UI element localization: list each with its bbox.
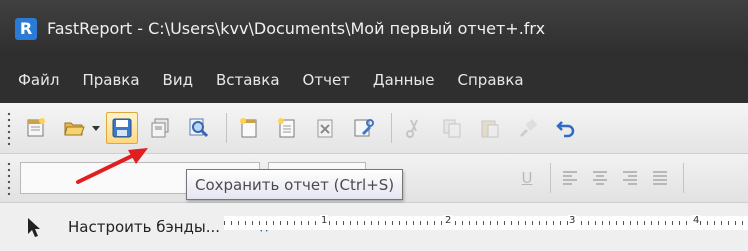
ruler-ticks	[224, 221, 748, 225]
toolbar-separator	[550, 163, 551, 193]
select-pointer-button[interactable]	[18, 211, 50, 243]
horizontal-ruler: 1 2 3 4	[224, 215, 748, 230]
red-arrow-annotation	[76, 148, 148, 184]
justify-icon	[653, 171, 667, 185]
align-left-icon	[563, 171, 577, 185]
new-report-icon	[27, 118, 45, 137]
new-dialog-button[interactable]	[271, 112, 303, 144]
undo-icon	[556, 121, 575, 138]
paste-button[interactable]	[474, 112, 506, 144]
preview-button[interactable]	[182, 112, 214, 144]
format-painter-button[interactable]	[512, 112, 544, 144]
fastreport-logo-icon: R	[15, 17, 37, 40]
menu-report[interactable]: Отчет	[303, 71, 350, 89]
copy-button[interactable]	[436, 112, 468, 144]
save-all-icon	[151, 118, 169, 138]
new-page-button[interactable]	[233, 112, 265, 144]
new-report-button[interactable]	[20, 112, 52, 144]
configure-bands-button[interactable]: Настроить бэнды...	[68, 218, 220, 236]
undo-button[interactable]	[550, 112, 582, 144]
align-center-icon	[593, 171, 607, 185]
ruler-label: 1	[320, 215, 329, 226]
ruler-label: 2	[444, 215, 453, 226]
new-dialog-icon	[278, 118, 295, 138]
format-painter-icon	[520, 119, 537, 137]
delete-page-icon	[317, 119, 333, 138]
page-setup-button[interactable]	[347, 112, 379, 144]
logo-letter: R	[19, 19, 33, 38]
toolbar-separator	[683, 163, 684, 193]
toolbar-grip[interactable]	[6, 111, 12, 145]
menu-data[interactable]: Данные	[373, 71, 435, 89]
toolbar-separator	[391, 113, 392, 143]
preview-icon	[189, 118, 209, 138]
open-icon	[64, 122, 85, 136]
menu-edit[interactable]: Правка	[82, 71, 139, 89]
copy-icon	[443, 119, 461, 138]
save-tooltip: Сохранить отчет (Ctrl+S)	[186, 169, 404, 200]
menu-bar: Файл Правка Вид Вставка Отчет Данные Спр…	[0, 57, 748, 103]
cut-icon	[406, 119, 418, 138]
align-right-button[interactable]	[617, 165, 643, 191]
underline-button[interactable]: U	[514, 165, 540, 191]
toolbar-separator	[226, 113, 227, 143]
toolbar-grip[interactable]	[6, 161, 12, 195]
menu-file[interactable]: Файл	[18, 71, 59, 89]
align-left-button[interactable]	[557, 165, 583, 191]
new-page-icon	[240, 118, 257, 138]
align-right-icon	[623, 171, 637, 185]
ruler-label: 3	[568, 215, 577, 226]
cut-button[interactable]	[398, 112, 430, 144]
save-icon	[112, 118, 132, 138]
underline-icon: U	[521, 169, 533, 187]
pointer-arrow-icon	[28, 218, 40, 237]
ruler-label: 4	[692, 215, 701, 226]
window-title: FastReport - C:\Users\kvv\Documents\Мой …	[47, 19, 546, 38]
menu-view[interactable]: Вид	[163, 71, 193, 89]
menu-help[interactable]: Справка	[458, 71, 524, 89]
open-dropdown-arrow-icon[interactable]	[92, 125, 100, 131]
paste-icon	[481, 120, 499, 138]
title-bar: R FastReport - C:\Users\kvv\Documents\Мо…	[0, 0, 748, 57]
align-center-button[interactable]	[587, 165, 613, 191]
page-setup-icon	[354, 119, 374, 137]
delete-page-button[interactable]	[309, 112, 341, 144]
menu-insert[interactable]: Вставка	[216, 71, 280, 89]
justify-button[interactable]	[647, 165, 673, 191]
